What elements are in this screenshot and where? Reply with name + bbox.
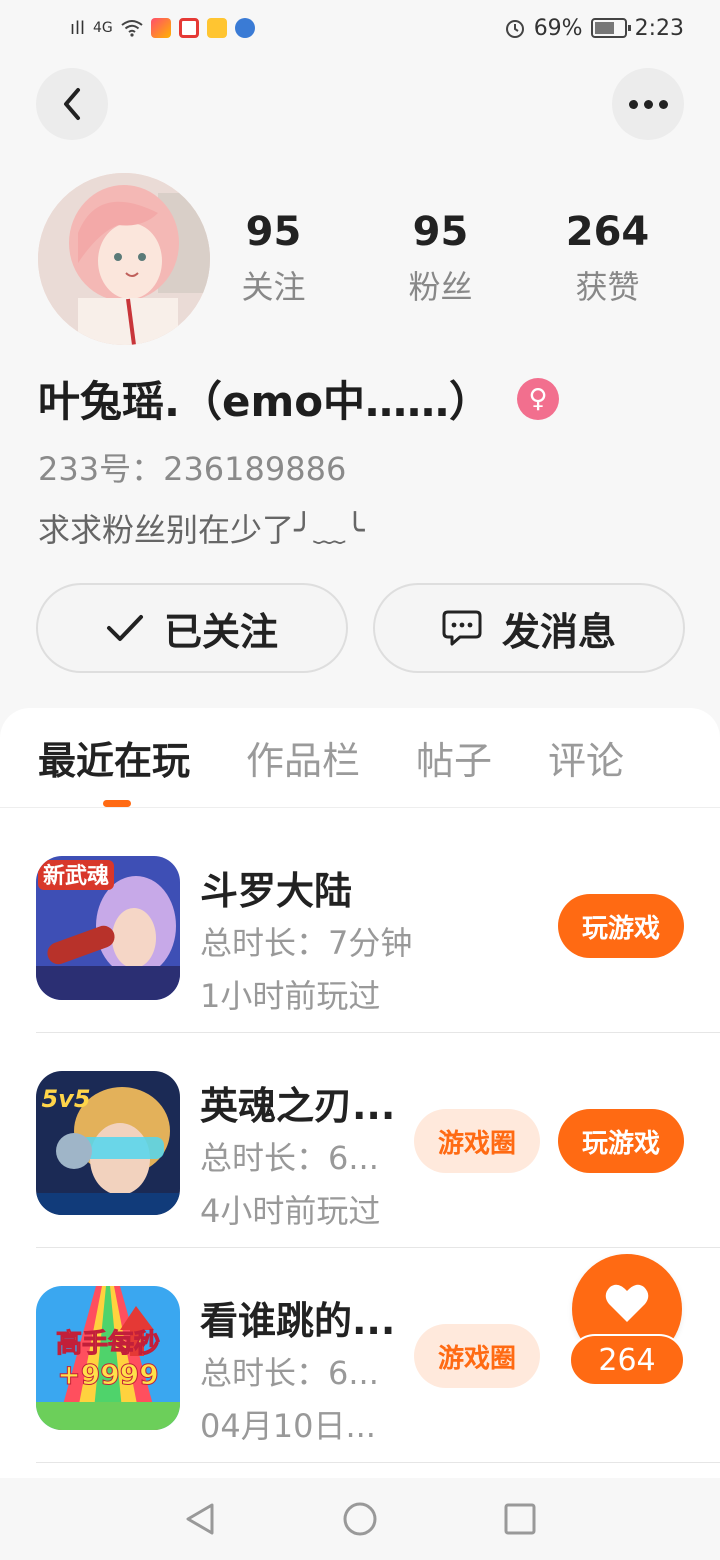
game-list-item[interactable]: 5v5 英魂之刃... 总时长：6... 4小时前玩过 游戏圈 玩游戏 bbox=[36, 1033, 720, 1248]
game-icon-text: 新武魂 bbox=[43, 863, 109, 889]
avatar-image bbox=[38, 173, 210, 345]
game-last-played: 4小时前玩过 bbox=[200, 1192, 381, 1230]
followed-label: 已关注 bbox=[163, 609, 278, 654]
game-circle-button[interactable]: 游戏圈 bbox=[414, 1324, 540, 1388]
like-count-badge: 264 bbox=[569, 1334, 685, 1386]
avatar[interactable] bbox=[38, 173, 210, 345]
message-label: 发消息 bbox=[501, 609, 616, 654]
stat-value: 264 bbox=[565, 209, 650, 255]
active-tab-indicator bbox=[103, 800, 131, 807]
game-circle-button[interactable]: 游戏圈 bbox=[414, 1109, 540, 1173]
back-button[interactable] bbox=[36, 68, 108, 140]
more-icon bbox=[628, 99, 668, 109]
game-last-played: 04月10日... bbox=[200, 1407, 376, 1445]
tab-works[interactable]: 作品栏 bbox=[246, 730, 360, 785]
stat-following[interactable]: 95 关注 bbox=[190, 210, 357, 308]
status-bar-right: 69% 2:23 bbox=[504, 16, 684, 41]
game-title: 看谁跳的... bbox=[200, 1299, 396, 1343]
stat-label: 粉丝 bbox=[408, 268, 473, 306]
game-duration: 总时长：7分钟 bbox=[200, 924, 413, 962]
stat-label: 获赞 bbox=[575, 268, 640, 306]
stat-label: 关注 bbox=[241, 268, 306, 306]
battery-icon bbox=[590, 18, 631, 38]
signal-icon: ıll bbox=[70, 17, 86, 39]
female-icon: ♀ bbox=[517, 377, 560, 420]
game-title: 斗罗大陆 bbox=[200, 869, 353, 913]
stat-value: 95 bbox=[412, 209, 469, 255]
game-icon-text: +9999 bbox=[57, 1358, 158, 1391]
game-duration: 总时长：6... bbox=[200, 1139, 379, 1177]
nav-recents-icon[interactable] bbox=[502, 1501, 538, 1537]
yellow-app-icon bbox=[206, 18, 227, 38]
play-game-button[interactable]: 玩游戏 bbox=[558, 1109, 684, 1173]
chevron-left-icon bbox=[64, 88, 80, 120]
game-icon-douluo[interactable]: 新武魂 bbox=[36, 856, 180, 1000]
user-bio: 求求粉丝别在少了╯﹏╰ bbox=[38, 511, 365, 549]
stat-likes[interactable]: 264 获赞 bbox=[524, 210, 691, 308]
send-message-button[interactable]: 发消息 bbox=[373, 583, 685, 673]
wifi-icon bbox=[121, 19, 143, 37]
user-name: 叶兔瑶.（emo中……） bbox=[38, 377, 492, 426]
tab-recently-played[interactable]: 最近在玩 bbox=[38, 730, 190, 785]
tab-comments[interactable]: 评论 bbox=[548, 730, 624, 785]
game-duration: 总时长：6... bbox=[200, 1354, 379, 1392]
game-icon-jump[interactable]: 高手每秒 +9999 bbox=[36, 1286, 180, 1430]
game-icon-text: 5v5 bbox=[41, 1085, 90, 1113]
game-list-item[interactable]: 新武魂 斗罗大陆 总时长：7分钟 1小时前玩过 玩游戏 bbox=[36, 818, 720, 1033]
stat-followers[interactable]: 95 粉丝 bbox=[357, 210, 524, 308]
video-app-icon bbox=[150, 18, 171, 38]
battery-percent: 69% bbox=[533, 15, 583, 41]
blue-app-icon bbox=[234, 18, 255, 38]
nav-home-icon[interactable] bbox=[342, 1501, 378, 1537]
name-row: 叶兔瑶.（emo中……） ♀ bbox=[38, 368, 560, 429]
nav-back-icon[interactable] bbox=[182, 1501, 218, 1537]
more-options-button[interactable] bbox=[612, 68, 684, 140]
stat-value: 95 bbox=[245, 209, 302, 255]
game-last-played: 1小时前玩过 bbox=[200, 977, 381, 1015]
tab-bar: 最近在玩 作品栏 帖子 评论 bbox=[0, 708, 720, 808]
game-icon-yinghun[interactable]: 5v5 bbox=[36, 1071, 180, 1215]
game-icon-text: 高手每秒 bbox=[56, 1328, 160, 1359]
game-title: 英魂之刃... bbox=[200, 1084, 396, 1128]
red-app-icon bbox=[178, 18, 199, 38]
chat-bubble-icon bbox=[442, 610, 482, 646]
network-4g-icon: 4G bbox=[93, 20, 113, 36]
status-bar-left: ıll 4G bbox=[70, 18, 255, 39]
checkmark-icon bbox=[106, 615, 143, 641]
clock: 2:23 bbox=[634, 15, 684, 41]
tab-posts[interactable]: 帖子 bbox=[416, 730, 492, 785]
play-game-button[interactable]: 玩游戏 bbox=[558, 894, 684, 958]
profile-stats: 95 关注 95 粉丝 264 获赞 bbox=[190, 210, 691, 308]
heart-icon bbox=[605, 1284, 649, 1322]
followed-button[interactable]: 已关注 bbox=[36, 583, 348, 673]
alarm-icon bbox=[504, 17, 526, 39]
system-nav-bar bbox=[0, 1478, 720, 1560]
status-bar: ıll 4G 69% 2:23 bbox=[0, 0, 720, 56]
user-id: 233号：236189886 bbox=[38, 450, 347, 488]
